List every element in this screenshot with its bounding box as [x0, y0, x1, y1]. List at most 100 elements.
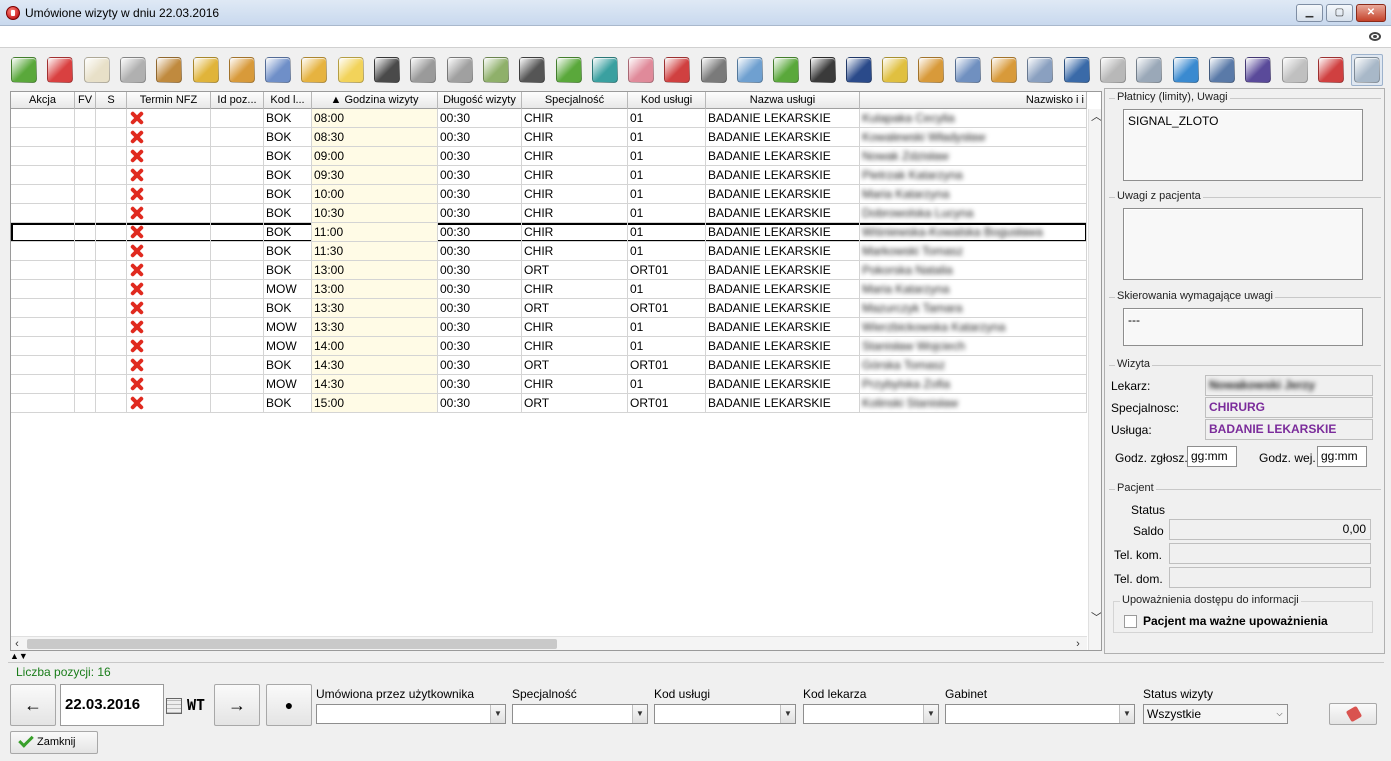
table-row[interactable]: MOW 13:30 00:30 CHIR 01 BADANIE LEKARSKIE Wier… — [11, 318, 1087, 337]
user-add-button[interactable] — [153, 54, 185, 86]
specialty-select[interactable]: ▼ — [512, 704, 648, 724]
service-code-select[interactable]: ▼ — [654, 704, 796, 724]
table-row[interactable]: BOK 08:00 00:30 CHIR 01 BADANIE LEKARSKIE Kula… — [11, 109, 1087, 128]
clip-button[interactable] — [444, 54, 476, 86]
header-col-specjalnosc[interactable]: Specjalność — [522, 92, 628, 109]
chart-edit-button[interactable] — [879, 54, 911, 86]
scroll-left-icon[interactable]: ‹ — [12, 639, 22, 650]
cabinet-button[interactable] — [807, 54, 839, 86]
user-check-button[interactable] — [915, 54, 947, 86]
minimize-button[interactable]: ▁ — [1296, 4, 1323, 22]
prev-day-button[interactable]: ← — [10, 684, 56, 726]
doctor-code-select[interactable]: ▼ — [803, 704, 939, 724]
referrals-box[interactable]: --- — [1123, 308, 1363, 346]
clear-filters-button[interactable] — [1329, 703, 1377, 725]
table-row[interactable]: BOK 13:30 00:30 ORT ORT01 BADANIE LEKARSKIE Ma… — [11, 299, 1087, 318]
refresh-button[interactable] — [1170, 54, 1202, 86]
splitter-arrows-icon[interactable]: ▲▼ — [10, 652, 28, 661]
scroll-up-icon[interactable]: ︿ — [1091, 112, 1101, 123]
barcode-button[interactable] — [516, 54, 548, 86]
header-col-id-poz[interactable]: Id poz... — [211, 92, 264, 109]
eye-icon[interactable] — [1369, 32, 1381, 41]
office-select[interactable]: ▼ — [945, 704, 1135, 724]
header-col-godzina-wizyty[interactable]: ▲ Godzina wizyty — [312, 92, 438, 109]
hands-button[interactable] — [625, 54, 657, 86]
table-row[interactable]: BOK 11:30 00:30 CHIR 01 BADANIE LEKARSKIE Mark… — [11, 242, 1087, 261]
report-time-input[interactable]: gg:mm — [1187, 446, 1237, 467]
calendar-button[interactable] — [262, 54, 294, 86]
gears-button[interactable] — [1133, 54, 1165, 86]
table-row[interactable]: BOK 14:30 00:30 ORT ORT01 BADANIE LEKARSKIE Gó… — [11, 356, 1087, 375]
ecg-monitor-button[interactable] — [1061, 54, 1093, 86]
header-col-dlugosc-wizyty[interactable]: Długość wizyty — [438, 92, 522, 109]
header-col-nazwisko[interactable]: Nazwisko i i — [860, 92, 1087, 109]
edit-button[interactable] — [81, 54, 113, 86]
header-col-fv[interactable]: FV — [75, 92, 96, 109]
chevron-down-icon[interactable]: ▼ — [632, 705, 647, 723]
table-row[interactable]: BOK 11:00 00:30 CHIR 01 BADANIE LEKARSKIE Wiśn… — [11, 223, 1087, 242]
horizontal-scroll-thumb[interactable] — [27, 639, 557, 649]
folder-user-button[interactable] — [190, 54, 222, 86]
print-edit-button[interactable] — [1279, 54, 1311, 86]
test-tube-button[interactable] — [661, 54, 693, 86]
header-col-kod-l[interactable]: Kod l... — [264, 92, 312, 109]
check-card-button[interactable] — [553, 54, 585, 86]
table-row[interactable]: MOW 13:00 00:30 CHIR 01 BADANIE LEKARSKIE Mari… — [11, 280, 1087, 299]
attach-add-button[interactable] — [480, 54, 512, 86]
calculator-button[interactable] — [117, 54, 149, 86]
chevron-down-icon[interactable]: ⌵ — [1272, 705, 1287, 723]
chevron-down-icon[interactable]: ▼ — [1119, 705, 1134, 723]
user-edit-button[interactable] — [298, 54, 330, 86]
today-button[interactable]: ● — [266, 684, 312, 726]
delete-button[interactable] — [44, 54, 76, 86]
table-row[interactable]: BOK 09:00 00:30 CHIR 01 BADANIE LEKARSKIE Nowa… — [11, 147, 1087, 166]
stethoscope-button[interactable] — [589, 54, 621, 86]
table-row[interactable]: BOK 08:30 00:30 CHIR 01 BADANIE LEKARSKIE Kowa… — [11, 128, 1087, 147]
width-button[interactable] — [1206, 54, 1238, 86]
close-window-button[interactable]: ✕ — [1356, 4, 1386, 22]
doc-add-button[interactable] — [770, 54, 802, 86]
chevron-down-icon[interactable]: ▼ — [780, 705, 795, 723]
smiley-button[interactable] — [335, 54, 367, 86]
preview-button[interactable] — [1351, 54, 1383, 86]
header-col-kod-uslugi[interactable]: Kod usługi — [628, 92, 706, 109]
user-pen-button[interactable] — [988, 54, 1020, 86]
header-col-nazwa-uslugi[interactable]: Nazwa usługi — [706, 92, 860, 109]
header-col-akcja[interactable]: Akcja — [11, 92, 75, 109]
vertical-scrollbar[interactable]: ︿ ﹀ — [1088, 109, 1101, 650]
horizontal-scrollbar[interactable]: ‹ › — [11, 636, 1087, 650]
chevron-down-icon[interactable]: ▼ — [490, 705, 505, 723]
table-row[interactable]: BOK 09:30 00:30 CHIR 01 BADANIE LEKARSKIE Piet… — [11, 166, 1087, 185]
calendar-edit-button[interactable] — [952, 54, 984, 86]
header-col-s[interactable]: S — [96, 92, 127, 109]
next-day-button[interactable]: → — [214, 684, 260, 726]
table-row[interactable]: BOK 15:00 00:30 ORT ORT01 BADANIE LEKARSKIE Ko… — [11, 394, 1087, 413]
entry-time-input[interactable]: gg:mm — [1317, 446, 1367, 467]
syringe-button[interactable] — [698, 54, 730, 86]
chevron-down-icon[interactable]: ▼ — [923, 705, 938, 723]
user-money-button[interactable] — [226, 54, 258, 86]
printer-button[interactable] — [1097, 54, 1129, 86]
pen-circle-button[interactable] — [843, 54, 875, 86]
table-row[interactable]: BOK 10:00 00:30 CHIR 01 BADANIE LEKARSKIE Mari… — [11, 185, 1087, 204]
authorization-checkbox[interactable] — [1124, 615, 1137, 628]
document-button[interactable] — [407, 54, 439, 86]
close-button[interactable]: Zamknij — [10, 731, 98, 754]
add-button[interactable] — [8, 54, 40, 86]
maximize-button[interactable]: ▢ — [1326, 4, 1353, 22]
date-input[interactable]: 22.03.2016 — [60, 684, 164, 726]
scroll-down-icon[interactable]: ﹀ — [1091, 613, 1101, 624]
scroll-right-icon[interactable]: › — [1073, 639, 1083, 650]
table-row[interactable]: MOW 14:00 00:30 CHIR 01 BADANIE LEKARSKIE Stan… — [11, 337, 1087, 356]
table-row[interactable]: BOK 10:30 00:30 CHIR 01 BADANIE LEKARSKIE Dobr… — [11, 204, 1087, 223]
table-row[interactable]: BOK 13:00 00:30 ORT ORT01 BADANIE LEKARSKIE Po… — [11, 261, 1087, 280]
window-add-button[interactable] — [734, 54, 766, 86]
table-row[interactable]: MOW 14:30 00:30 CHIR 01 BADANIE LEKARSKIE Przy… — [11, 375, 1087, 394]
patient-notes-box[interactable] — [1123, 208, 1363, 280]
sum-button[interactable] — [1242, 54, 1274, 86]
header-col-termin-nfz[interactable]: Termin NFZ — [127, 92, 211, 109]
payers-box[interactable]: SIGNAL_ZLOTO — [1123, 109, 1363, 181]
door-exit-button[interactable] — [1024, 54, 1056, 86]
visit-status-select[interactable]: Wszystkie ⌵ — [1143, 704, 1288, 724]
calendar-picker-icon[interactable] — [166, 698, 182, 714]
